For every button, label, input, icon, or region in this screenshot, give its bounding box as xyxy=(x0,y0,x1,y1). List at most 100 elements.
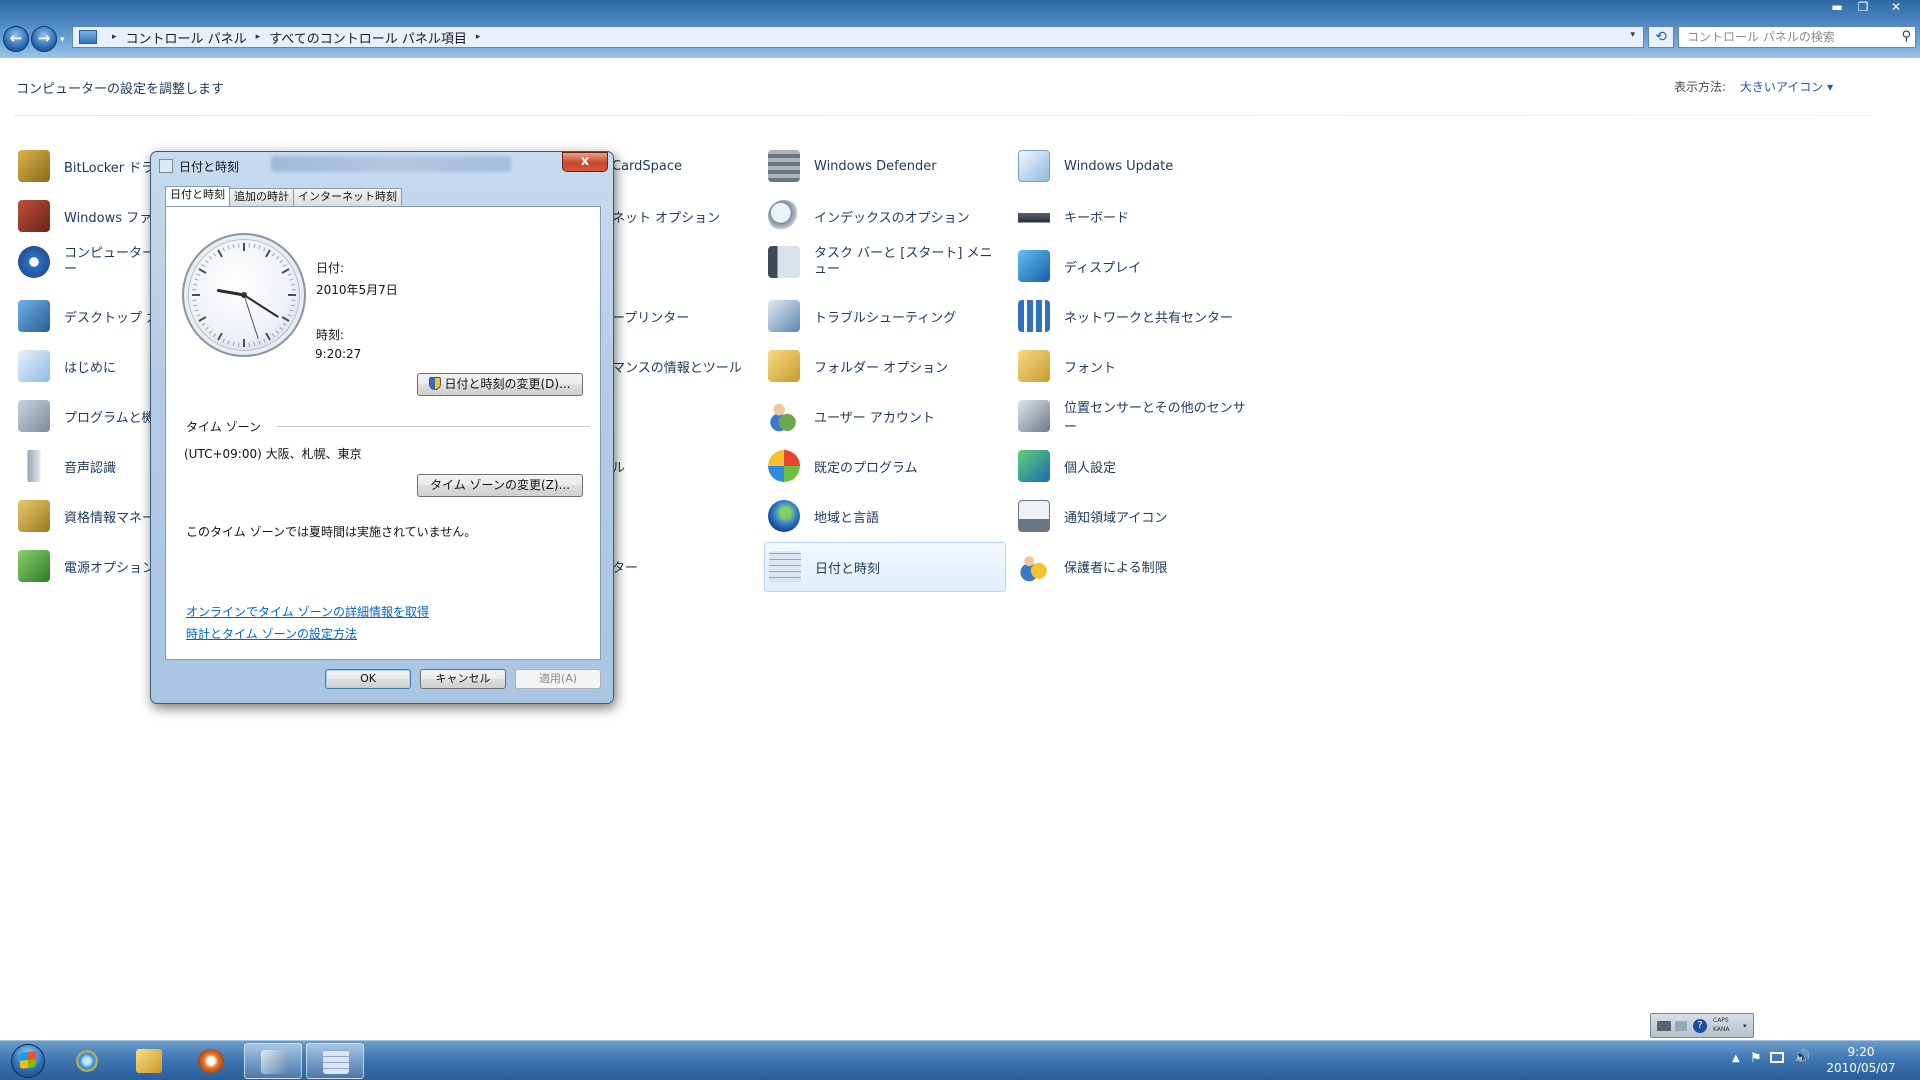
item-label: ター xyxy=(612,560,639,576)
help-icon[interactable]: ? xyxy=(1693,1019,1707,1033)
clock-minute-tick xyxy=(222,247,225,252)
taskbar-explorer[interactable] xyxy=(120,1043,178,1079)
online-timezone-link[interactable]: オンラインでタイム ゾーンの詳細情報を取得 xyxy=(186,603,429,620)
taskbar-media-player[interactable] xyxy=(182,1043,240,1079)
taskbar-clock[interactable]: 9:20 2010/05/07 xyxy=(1816,1044,1906,1076)
language-bar[interactable]: ? CAPS KANA ▾ xyxy=(1650,1013,1754,1038)
recent-pages-chevron-icon[interactable]: ▾ xyxy=(60,35,65,45)
item-sync-center[interactable]: ター xyxy=(612,542,672,590)
close-window-button[interactable]: ✕ xyxy=(1876,0,1916,17)
item-indexing-options[interactable]: インデックスのオプション xyxy=(764,192,1004,240)
back-button[interactable]: ← xyxy=(3,26,29,52)
cancel-button[interactable]: キャンセル xyxy=(420,669,506,689)
timezone-value: (UTC+09:00) 大阪、札幌、東京 xyxy=(184,447,362,461)
item-default-programs[interactable]: 既定のプログラム xyxy=(764,442,1004,490)
item-label: キーボード xyxy=(1064,210,1130,226)
date-time-tab-panel: 日付: 2010年5月7日 時刻: 9:20:27 日付と時刻の変更(D)...… xyxy=(165,206,601,660)
item-label: タスク バーと [スタート] メニュー xyxy=(814,246,993,277)
ok-button[interactable]: OK xyxy=(325,669,411,689)
clock-minute-tick xyxy=(275,256,280,260)
breadcrumb-separator[interactable]: ▸ xyxy=(476,32,481,42)
item-folder-options[interactable]: フォルダー オプション xyxy=(764,342,1004,390)
item-cardspace[interactable]: CardSpace xyxy=(612,142,732,190)
ease-of-access-icon xyxy=(18,246,50,278)
clock-face xyxy=(192,243,296,347)
internet-explorer-icon xyxy=(74,1049,100,1073)
item-troubleshooting[interactable]: トラブルシューティング xyxy=(764,292,1004,340)
action-center-flag-icon[interactable]: ⚑ xyxy=(1750,1051,1762,1066)
volume-icon[interactable]: 🔊 xyxy=(1794,1050,1810,1065)
clock-minute-tick xyxy=(271,252,275,257)
maximize-button[interactable]: ❐ xyxy=(1850,0,1876,17)
item-location-sensors[interactable]: 位置センサーとその他のセンサー xyxy=(1014,392,1254,440)
item-windows-update[interactable]: Windows Update xyxy=(1014,142,1254,190)
notification-area-icon xyxy=(1018,500,1050,532)
tab-additional-clocks[interactable]: 追加の時計 xyxy=(229,188,294,206)
item-taskbar-start-menu[interactable]: タスク バーと [スタート] メニュー xyxy=(764,234,1004,290)
item-personalization[interactable]: 個人設定 xyxy=(1014,442,1254,490)
item-notification-icons[interactable]: 通知領域アイコン xyxy=(1014,492,1254,540)
breadcrumb-separator[interactable]: ▸ xyxy=(256,32,261,42)
dialog-close-button[interactable]: x xyxy=(562,152,608,172)
breadcrumb-control-panel[interactable]: コントロール パネル xyxy=(126,28,247,47)
item-fonts[interactable]: フォント xyxy=(1014,342,1254,390)
firewall-icon xyxy=(18,200,50,232)
address-bar[interactable]: ▸ コントロール パネル ▸ すべてのコントロール パネル項目 ▸ ▾ xyxy=(72,26,1644,48)
clock-center xyxy=(241,292,247,298)
ime-icon[interactable] xyxy=(1657,1021,1671,1031)
clock-minute-tick xyxy=(213,252,217,257)
timezone-howto-link[interactable]: 時計とタイム ゾーンの設定方法 xyxy=(186,625,357,642)
search-placeholder: コントロール パネルの検索 xyxy=(1687,30,1835,44)
item-user-accounts[interactable]: ユーザー アカウント xyxy=(764,392,1004,440)
view-by-dropdown[interactable]: 大きいアイコン ▾ xyxy=(1740,80,1833,94)
apply-button[interactable]: 適用(A) xyxy=(515,669,601,689)
clock-minute-tick xyxy=(193,283,198,286)
item-label: 音声認識 xyxy=(64,460,117,476)
item-devices-printers[interactable]: ープリンター xyxy=(612,292,762,340)
minimize-button[interactable]: ▬ xyxy=(1824,0,1850,17)
caps-kana-indicator: CAPS KANA xyxy=(1713,1016,1730,1034)
item-label: ディスプレイ xyxy=(1064,260,1142,276)
item-display[interactable]: ディスプレイ xyxy=(1014,242,1254,290)
item-label: 資格情報マネー xyxy=(64,510,156,526)
item-parental-controls[interactable]: 保護者による制限 xyxy=(1014,542,1254,590)
breadcrumb-separator[interactable]: ▸ xyxy=(112,32,117,42)
keyboard-icon xyxy=(1018,200,1050,232)
taskbar-date-time[interactable] xyxy=(306,1043,364,1079)
search-input[interactable]: コントロール パネルの検索 ⚲ xyxy=(1678,26,1916,48)
item-keyboard[interactable]: キーボード xyxy=(1014,192,1254,240)
start-button[interactable] xyxy=(4,1041,52,1080)
item-windows-defender[interactable]: Windows Defender xyxy=(764,142,1004,190)
show-hidden-icons-icon[interactable]: ▲ xyxy=(1732,1053,1740,1064)
langbar-options-chevron-icon[interactable]: ▾ xyxy=(1743,1022,1747,1030)
timezone-divider xyxy=(276,426,590,427)
breadcrumb-all-items[interactable]: すべてのコントロール パネル項目 xyxy=(269,28,467,47)
clock-hour-tick xyxy=(281,316,290,322)
forward-button[interactable]: → xyxy=(31,26,57,52)
tab-date-time[interactable]: 日付と時刻 xyxy=(165,186,230,206)
item-internet-options[interactable]: ネット オプション xyxy=(612,192,762,240)
taskbar-control-panel[interactable] xyxy=(244,1043,302,1079)
clock-minute-tick xyxy=(289,278,294,281)
clock-minute-tick xyxy=(287,273,292,276)
refresh-button[interactable]: ⟲ xyxy=(1648,26,1674,48)
item-sound[interactable]: ル xyxy=(612,442,672,490)
clock-hour-tick xyxy=(198,316,207,322)
ime-mode-icon[interactable] xyxy=(1675,1021,1687,1031)
taskbar-internet-explorer[interactable] xyxy=(58,1043,116,1079)
network-tray-icon[interactable] xyxy=(1770,1052,1784,1063)
change-date-time-label: 日付と時刻の変更(D)... xyxy=(444,377,571,391)
item-region-language[interactable]: 地域と言語 xyxy=(764,492,1004,540)
tab-internet-time[interactable]: インターネット時刻 xyxy=(293,188,402,206)
taskbar-icon xyxy=(768,246,800,278)
item-network-sharing[interactable]: ネットワークと共有センター xyxy=(1014,292,1254,340)
change-timezone-button[interactable]: タイム ゾーンの変更(Z)... xyxy=(417,474,583,497)
item-date-time[interactable]: 日付と時刻 xyxy=(764,542,1006,592)
clock-second-hand xyxy=(243,294,259,339)
search-icon[interactable]: ⚲ xyxy=(1901,27,1911,47)
clock-hour-tick xyxy=(265,332,271,341)
change-date-time-button[interactable]: 日付と時刻の変更(D)... xyxy=(417,373,583,396)
address-dropdown-chevron-icon[interactable]: ▾ xyxy=(1630,30,1635,40)
item-performance-info[interactable]: マンスの情報とツール xyxy=(612,342,762,390)
item-label: 通知領域アイコン xyxy=(1064,510,1168,526)
